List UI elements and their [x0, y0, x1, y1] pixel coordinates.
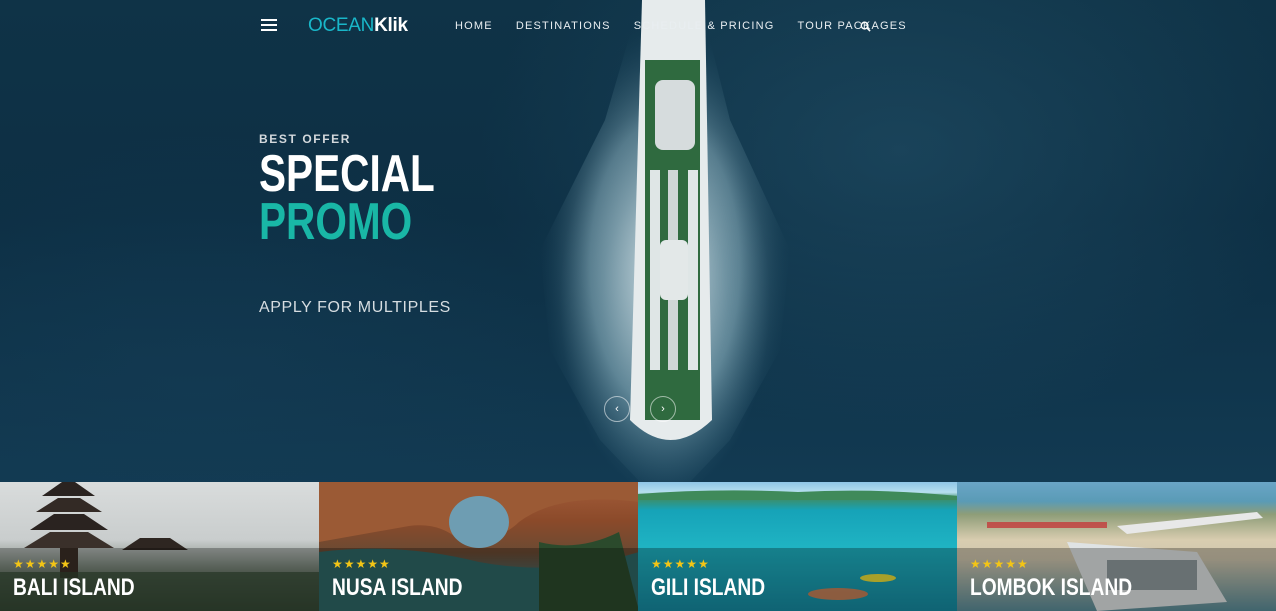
logo-text-ocean: OCEAN [308, 15, 375, 36]
chevron-right-icon: › [661, 403, 665, 415]
hero-subtitle: APPLY FOR MULTIPLES [259, 299, 451, 316]
rating-stars: ★★★★★ [651, 557, 710, 571]
chevron-left-icon: ‹ [615, 403, 619, 415]
destination-card-bali[interactable]: ★★★★★ BALI ISLAND [0, 482, 319, 611]
top-navigation: OCEANKlik HOME DESTINATIONS SCHEDULE & P… [0, 0, 1276, 52]
hero-banner: OCEANKlik HOME DESTINATIONS SCHEDULE & P… [0, 0, 1276, 482]
main-menu: HOME DESTINATIONS SCHEDULE & PRICING TOU… [455, 20, 930, 32]
nav-item-destinations[interactable]: DESTINATIONS [516, 20, 611, 32]
nav-item-schedule-pricing[interactable]: SCHEDULE & PRICING [634, 20, 775, 32]
card-title: LOMBOK ISLAND [970, 574, 1133, 601]
nav-item-home[interactable]: HOME [455, 20, 493, 32]
logo[interactable]: OCEANKlik [308, 15, 408, 37]
rating-stars: ★★★★★ [332, 557, 391, 571]
slider-prev-button[interactable]: ‹ [604, 396, 630, 422]
hero-text-block: BEST OFFER SPECIAL PROMO [259, 132, 484, 251]
destination-card-gili[interactable]: ★★★★★ GILI ISLAND [638, 482, 957, 611]
rating-stars: ★★★★★ [13, 557, 72, 571]
rating-stars: ★★★★★ [970, 557, 1029, 571]
card-title: GILI ISLAND [651, 574, 766, 601]
hero-title-line2: PROMO [259, 193, 413, 251]
slider-next-button[interactable]: › [650, 396, 676, 422]
hero-eyebrow: BEST OFFER [259, 132, 352, 146]
card-title: NUSA ISLAND [332, 574, 463, 601]
hamburger-menu-icon[interactable] [261, 19, 277, 32]
destination-card-lombok[interactable]: ★★★★★ LOMBOK ISLAND [957, 482, 1276, 611]
card-title: BALI ISLAND [13, 574, 135, 601]
destination-cards: ★★★★★ BALI ISLAND ★★★★★ NUSA ISLAND ★★★★… [0, 482, 1276, 611]
destination-card-nusa[interactable]: ★★★★★ NUSA ISLAND [319, 482, 638, 611]
nav-item-tour-packages[interactable]: TOUR PACKAGES [797, 20, 906, 32]
search-icon[interactable] [860, 21, 871, 32]
logo-text-klik: Klik [374, 15, 408, 36]
hero-title-line1: SPECIAL [259, 145, 435, 203]
